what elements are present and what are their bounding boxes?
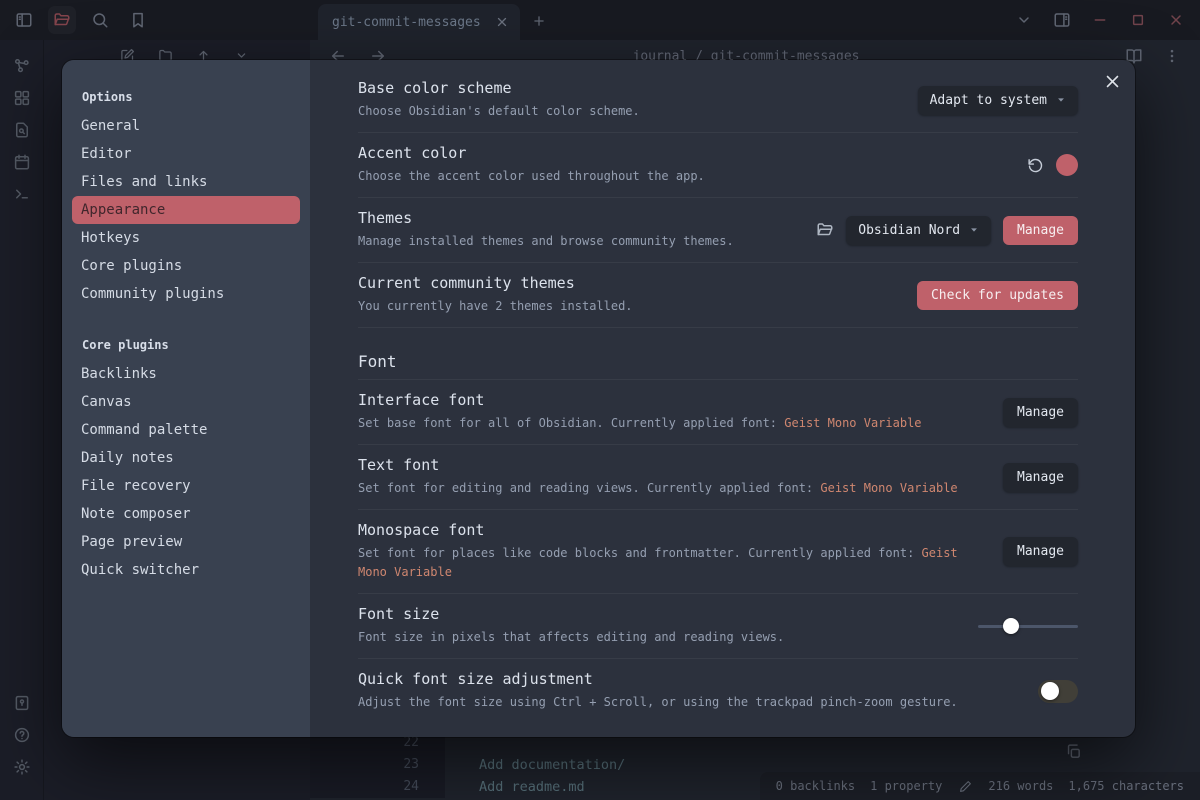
nav-section-options: Options General Editor Files and links A…: [62, 86, 310, 308]
open-themes-folder-icon[interactable]: [816, 221, 834, 239]
chevron-down-icon: [1056, 95, 1066, 105]
chevron-down-icon: [969, 225, 979, 235]
setting-themes: Themes Manage installed themes and brows…: [358, 197, 1078, 262]
setting-text-font: Text font Set font for editing and readi…: [358, 444, 1078, 509]
nav-item-community-plugins[interactable]: Community plugins: [72, 280, 300, 308]
setting-interface-font: Interface font Set base font for all of …: [358, 379, 1078, 444]
setting-desc: Choose the accent color used throughout …: [358, 167, 705, 186]
manage-text-font-button[interactable]: Manage: [1003, 463, 1078, 492]
accent-color-swatch[interactable]: [1056, 154, 1078, 176]
nav-header-core-plugins: Core plugins: [62, 334, 310, 360]
applied-font-name: Geist Mono Variable: [820, 481, 957, 495]
manage-interface-font-button[interactable]: Manage: [1003, 398, 1078, 427]
setting-name: Monospace font: [358, 521, 966, 540]
nav-section-core-plugins: Core plugins Backlinks Canvas Command pa…: [62, 334, 310, 584]
dropdown-value: Adapt to system: [930, 93, 1047, 108]
nav-item-hotkeys[interactable]: Hotkeys: [72, 224, 300, 252]
nav-item-general[interactable]: General: [72, 112, 300, 140]
nav-item-backlinks[interactable]: Backlinks: [72, 360, 300, 388]
nav-item-page-preview[interactable]: Page preview: [72, 528, 300, 556]
setting-name: Interface font: [358, 391, 922, 410]
setting-desc: Font size in pixels that affects editing…: [358, 628, 784, 647]
desc-text: Set font for places like code blocks and…: [358, 546, 922, 560]
setting-desc: Set font for places like code blocks and…: [358, 544, 966, 582]
setting-name: Themes: [358, 209, 734, 228]
setting-monospace-font: Monospace font Set font for places like …: [358, 509, 1078, 593]
setting-name: Base color scheme: [358, 79, 640, 98]
setting-desc: Adjust the font size using Ctrl + Scroll…: [358, 693, 958, 712]
nav-header-options: Options: [62, 86, 310, 112]
dropdown-value: Obsidian Nord: [858, 223, 960, 238]
modal-close-icon[interactable]: [1099, 68, 1125, 94]
slider-track: [978, 625, 1078, 628]
settings-nav: Options General Editor Files and links A…: [62, 60, 310, 737]
setting-desc: Set base font for all of Obsidian. Curre…: [358, 414, 922, 433]
nav-item-file-recovery[interactable]: File recovery: [72, 472, 300, 500]
nav-item-command-palette[interactable]: Command palette: [72, 416, 300, 444]
setting-name: Text font: [358, 456, 958, 475]
check-for-updates-button[interactable]: Check for updates: [917, 281, 1078, 310]
nav-item-note-composer[interactable]: Note composer: [72, 500, 300, 528]
manage-themes-button[interactable]: Manage: [1003, 216, 1078, 245]
setting-name: Accent color: [358, 144, 705, 163]
setting-accent-color: Accent color Choose the accent color use…: [358, 132, 1078, 197]
setting-current-community-themes: Current community themes You currently h…: [358, 262, 1078, 327]
nav-item-daily-notes[interactable]: Daily notes: [72, 444, 300, 472]
setting-name: Quick font size adjustment: [358, 670, 958, 689]
setting-name: Font size: [358, 605, 784, 624]
font-section-heading: Font: [358, 327, 1078, 379]
setting-font-size: Font size Font size in pixels that affec…: [358, 593, 1078, 658]
setting-base-color-scheme: Base color scheme Choose Obsidian's defa…: [358, 68, 1078, 132]
nav-item-files-and-links[interactable]: Files and links: [72, 168, 300, 196]
setting-desc: Set font for editing and reading views. …: [358, 479, 958, 498]
desc-text: Set base font for all of Obsidian. Curre…: [358, 416, 784, 430]
toggle-knob: [1041, 682, 1059, 700]
settings-modal: Options General Editor Files and links A…: [62, 60, 1135, 737]
reset-accent-icon[interactable]: [1027, 157, 1044, 174]
desc-text: Set font for editing and reading views. …: [358, 481, 820, 495]
nav-item-editor[interactable]: Editor: [72, 140, 300, 168]
setting-desc: You currently have 2 themes installed.: [358, 297, 633, 316]
obsidian-window: git-commit-messages: [0, 0, 1200, 800]
applied-font-name: Geist Mono Variable: [784, 416, 921, 430]
nav-item-appearance[interactable]: Appearance: [72, 196, 300, 224]
settings-content: Base color scheme Choose Obsidian's defa…: [310, 60, 1135, 737]
setting-desc: Choose Obsidian's default color scheme.: [358, 102, 640, 121]
manage-monospace-font-button[interactable]: Manage: [1003, 537, 1078, 566]
setting-name: Current community themes: [358, 274, 633, 293]
font-size-slider[interactable]: [978, 618, 1078, 634]
base-color-scheme-dropdown[interactable]: Adapt to system: [918, 86, 1078, 115]
nav-item-quick-switcher[interactable]: Quick switcher: [72, 556, 300, 584]
nav-item-core-plugins[interactable]: Core plugins: [72, 252, 300, 280]
quick-font-size-toggle[interactable]: [1038, 680, 1078, 703]
setting-quick-font-size-adjustment: Quick font size adjustment Adjust the fo…: [358, 658, 1078, 723]
theme-dropdown[interactable]: Obsidian Nord: [846, 216, 991, 245]
nav-item-canvas[interactable]: Canvas: [72, 388, 300, 416]
setting-desc: Manage installed themes and browse commu…: [358, 232, 734, 251]
slider-thumb[interactable]: [1003, 618, 1019, 634]
